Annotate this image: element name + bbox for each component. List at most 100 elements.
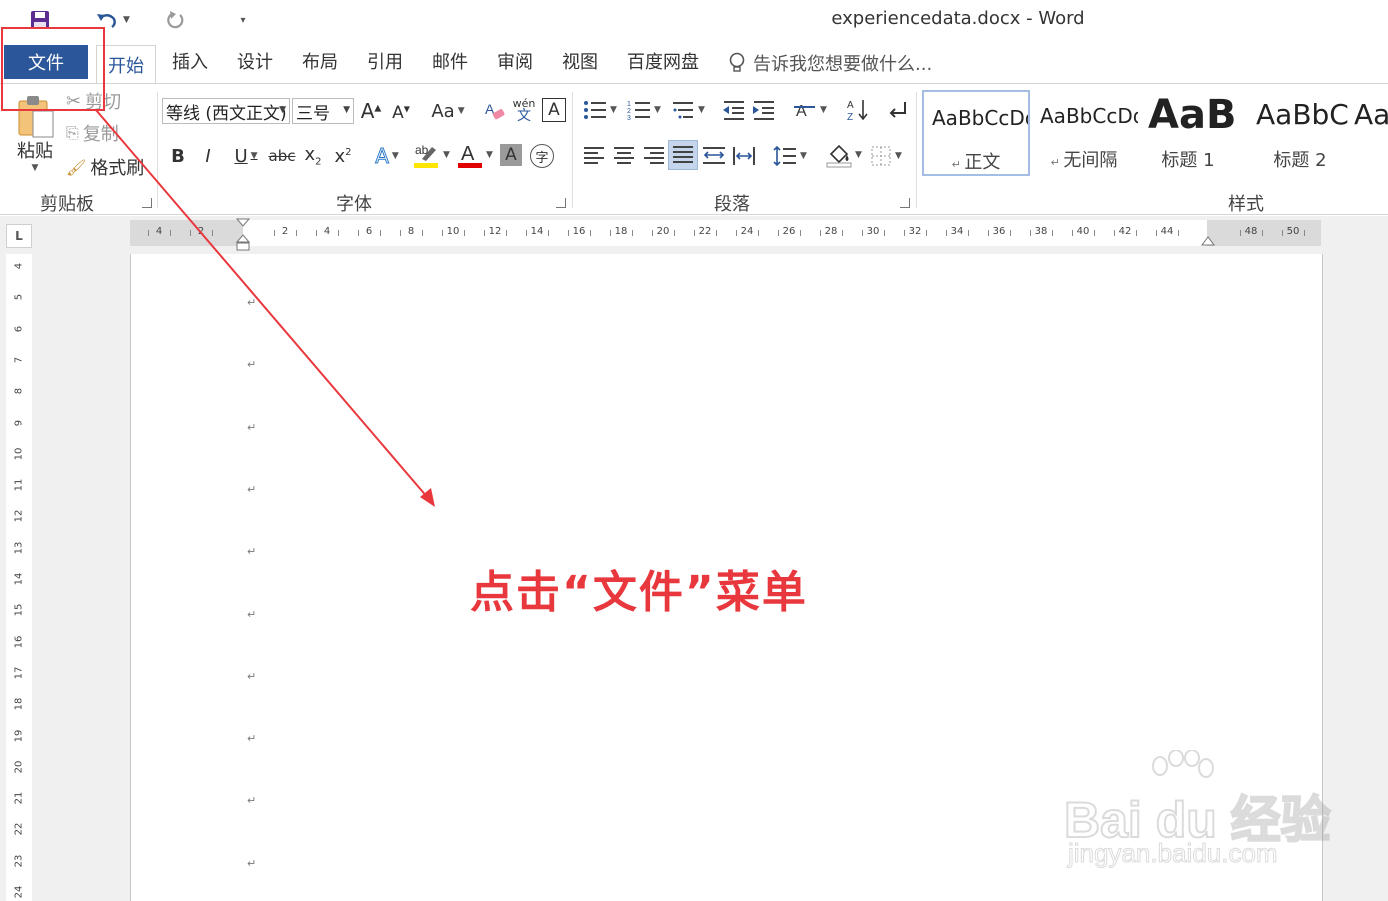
style-sample: AaBl xyxy=(1148,92,1238,138)
style-normal[interactable]: AaBbCcDd ↵ 正文 xyxy=(922,90,1030,176)
copy-label: 复制 xyxy=(82,124,119,145)
ruler-tick xyxy=(1114,230,1115,236)
subscript-button[interactable]: x2 xyxy=(302,142,324,170)
paragraph-mark: ↵ xyxy=(247,545,257,559)
multilevel-list-button[interactable]: ▼ xyxy=(668,96,708,124)
ruler-tick xyxy=(862,230,863,236)
ruler-tick xyxy=(1262,230,1263,236)
highlight-color-button[interactable]: ab ▼ xyxy=(410,140,452,170)
ruler-number: 20 xyxy=(656,226,670,237)
show-hide-marks-button[interactable] xyxy=(884,96,912,124)
borders-button[interactable]: ▼ xyxy=(866,142,906,170)
tab-references[interactable]: 引用 xyxy=(355,40,415,82)
ruler-tick xyxy=(212,230,213,236)
phonetic-bottom: 文 xyxy=(517,108,531,124)
text-effects-button[interactable]: A ▼ xyxy=(368,142,406,170)
font-name-select[interactable]: 等线 (西文正文) ▼ xyxy=(162,98,290,124)
sort-button[interactable]: A Z xyxy=(844,96,872,124)
ruler-number: 36 xyxy=(992,226,1006,237)
distributed-button[interactable] xyxy=(700,142,728,170)
font-size-value: 三号 xyxy=(296,103,330,124)
indent-marker-icon[interactable] xyxy=(235,218,251,252)
annotation-highlight-box xyxy=(1,27,105,111)
ruler-number: 10 xyxy=(446,226,460,237)
font-group-label: 字体 xyxy=(336,194,372,215)
align-left-button[interactable] xyxy=(580,142,608,170)
ribbon: 粘贴 ▼ ✂ 剪切 ⎘ 复制 🖌 格式刷 剪贴板 等线 (西文正文) ▼ 三号 … xyxy=(0,84,1388,215)
tab-selector[interactable]: L xyxy=(6,224,32,248)
align-center-button[interactable] xyxy=(610,142,638,170)
tab-home[interactable]: 开始 xyxy=(96,45,156,85)
enclose-characters-button[interactable]: 字 xyxy=(530,144,554,168)
right-indent-marker-icon[interactable] xyxy=(1200,234,1216,246)
ruler-tick xyxy=(674,230,675,236)
vertical-ruler[interactable]: 4 5 6 7 8 9 10 11 12 13 14 15 16 17 18 19 20 21 22 23 24 xyxy=(6,254,32,901)
numbering-button[interactable]: 1 2 3 ▼ xyxy=(624,96,664,124)
bold-icon: B xyxy=(171,145,185,167)
character-shading-button[interactable]: A xyxy=(500,144,522,166)
tell-me-box[interactable]: 告诉我您想要做什么... xyxy=(727,50,932,76)
vertical-ruler-number: 24 xyxy=(13,885,25,899)
font-size-select[interactable]: 三号 ▼ xyxy=(292,98,354,124)
tab-baidu-netdisk[interactable]: 百度网盘 xyxy=(620,40,706,82)
ruler-tick xyxy=(736,230,737,236)
ruler-tick xyxy=(1136,230,1137,236)
decrease-indent-button[interactable] xyxy=(720,96,748,124)
bold-button[interactable]: B xyxy=(168,142,188,170)
increase-indent-button[interactable] xyxy=(750,96,778,124)
change-case-button[interactable]: Aa ▼ xyxy=(428,98,468,124)
tab-view[interactable]: 视图 xyxy=(550,40,610,82)
style-name: 标题 2 xyxy=(1273,150,1327,171)
paragraph-launcher-icon[interactable] xyxy=(900,198,910,208)
vertical-ruler-number: 12 xyxy=(13,510,25,523)
shading-button[interactable]: ▼ xyxy=(824,140,864,170)
character-border-button[interactable]: A xyxy=(542,98,566,122)
ruler-tick xyxy=(800,230,801,236)
style-title[interactable]: Aa xyxy=(1354,90,1388,176)
ruler-tick xyxy=(1030,230,1031,236)
underline-button[interactable]: U ▼ xyxy=(226,142,266,170)
align-right-button[interactable] xyxy=(640,142,668,170)
font-launcher-icon[interactable] xyxy=(556,198,566,208)
paragraph-mark: ↵ xyxy=(247,732,257,746)
horizontal-ruler[interactable]: 4 2 2 4 6 8 10 12 14 16 18 20 22 24 26 28 30 32 34 36 38 40 42… xyxy=(130,218,1321,251)
chinese-layout-button[interactable]: A ▼ xyxy=(790,96,830,124)
strikethrough-button[interactable]: abc xyxy=(268,142,296,170)
style-no-spacing[interactable]: AaBbCcDd ↵ 无间隔 xyxy=(1030,90,1138,176)
style-heading-1[interactable]: AaBl 标题 1 xyxy=(1138,90,1238,176)
ruler-tick xyxy=(1282,230,1283,236)
paragraph-mark: ↵ xyxy=(247,420,257,434)
clear-formatting-button[interactable]: A xyxy=(482,98,508,124)
window-title: experiencedata.docx - Word xyxy=(831,8,1085,29)
style-sample: AaBbCcDd xyxy=(932,106,1030,130)
tab-design[interactable]: 设计 xyxy=(225,40,285,82)
column-width-icon xyxy=(733,147,755,165)
column-width-button[interactable] xyxy=(730,142,758,170)
tab-insert[interactable]: 插入 xyxy=(160,40,220,82)
ruler-number: 4 xyxy=(323,226,331,237)
ruler-number: 48 xyxy=(1244,226,1258,237)
tab-mailings[interactable]: 邮件 xyxy=(420,40,480,82)
font-color-button[interactable]: A ▼ xyxy=(454,140,496,170)
phonetic-guide-button[interactable]: wén 文 xyxy=(512,94,536,126)
shrink-font-button[interactable]: A▼ xyxy=(390,100,412,126)
shrink-font-icon: A▼ xyxy=(392,103,410,123)
bullets-button[interactable]: ▼ xyxy=(580,96,620,124)
tab-layout[interactable]: 布局 xyxy=(290,40,350,82)
clipboard-launcher-icon[interactable] xyxy=(142,198,152,208)
style-heading-2[interactable]: AaBbC 标题 2 xyxy=(1246,90,1354,176)
format-painter-label: 格式刷 xyxy=(90,158,145,179)
copy-button[interactable]: ⎘ 复制 xyxy=(66,122,119,145)
vertical-ruler-number: 6 xyxy=(13,325,25,332)
ruler-number: 18 xyxy=(614,226,628,237)
superscript-button[interactable]: x2 xyxy=(332,142,354,170)
italic-button[interactable]: I xyxy=(198,142,218,170)
justify-icon xyxy=(673,146,693,163)
tab-review[interactable]: 审阅 xyxy=(485,40,545,82)
grow-font-button[interactable]: A▲ xyxy=(360,98,382,124)
justify-button[interactable] xyxy=(668,140,698,170)
chevron-down-icon: ▼ xyxy=(820,105,827,115)
chevron-down-icon: ▼ xyxy=(443,150,450,160)
line-spacing-button[interactable]: ▼ xyxy=(770,142,810,170)
format-painter-button[interactable]: 🖌 格式刷 xyxy=(66,156,145,180)
